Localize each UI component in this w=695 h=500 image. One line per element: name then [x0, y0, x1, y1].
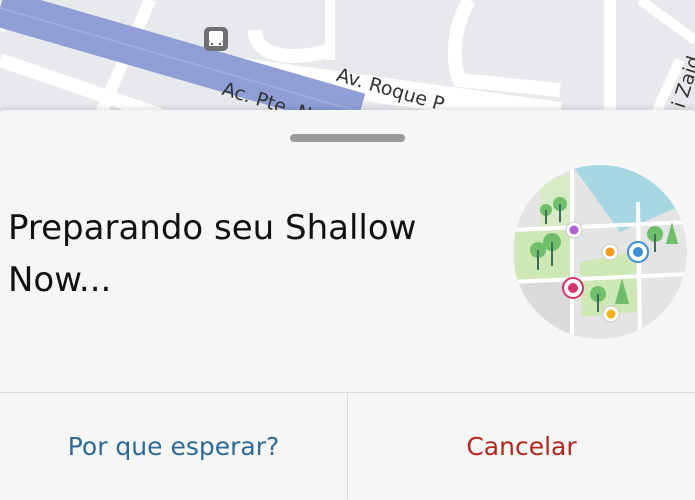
status-title: Preparando seu Shallow Now... — [8, 208, 417, 300]
bottom-sheet: Preparando seu Shallow Now... Por que es… — [0, 110, 695, 500]
cancel-button[interactable]: Cancelar — [348, 393, 695, 500]
map-streets — [0, 0, 695, 115]
bus-stop-icon[interactable] — [203, 26, 229, 52]
sheet-drag-handle[interactable] — [290, 134, 405, 142]
map-pins-illustration — [510, 162, 690, 342]
why-wait-button[interactable]: Por que esperar? — [0, 393, 347, 500]
map-view[interactable]: Av. Roque P Ac. Pte. N i Zaid — [0, 0, 695, 115]
